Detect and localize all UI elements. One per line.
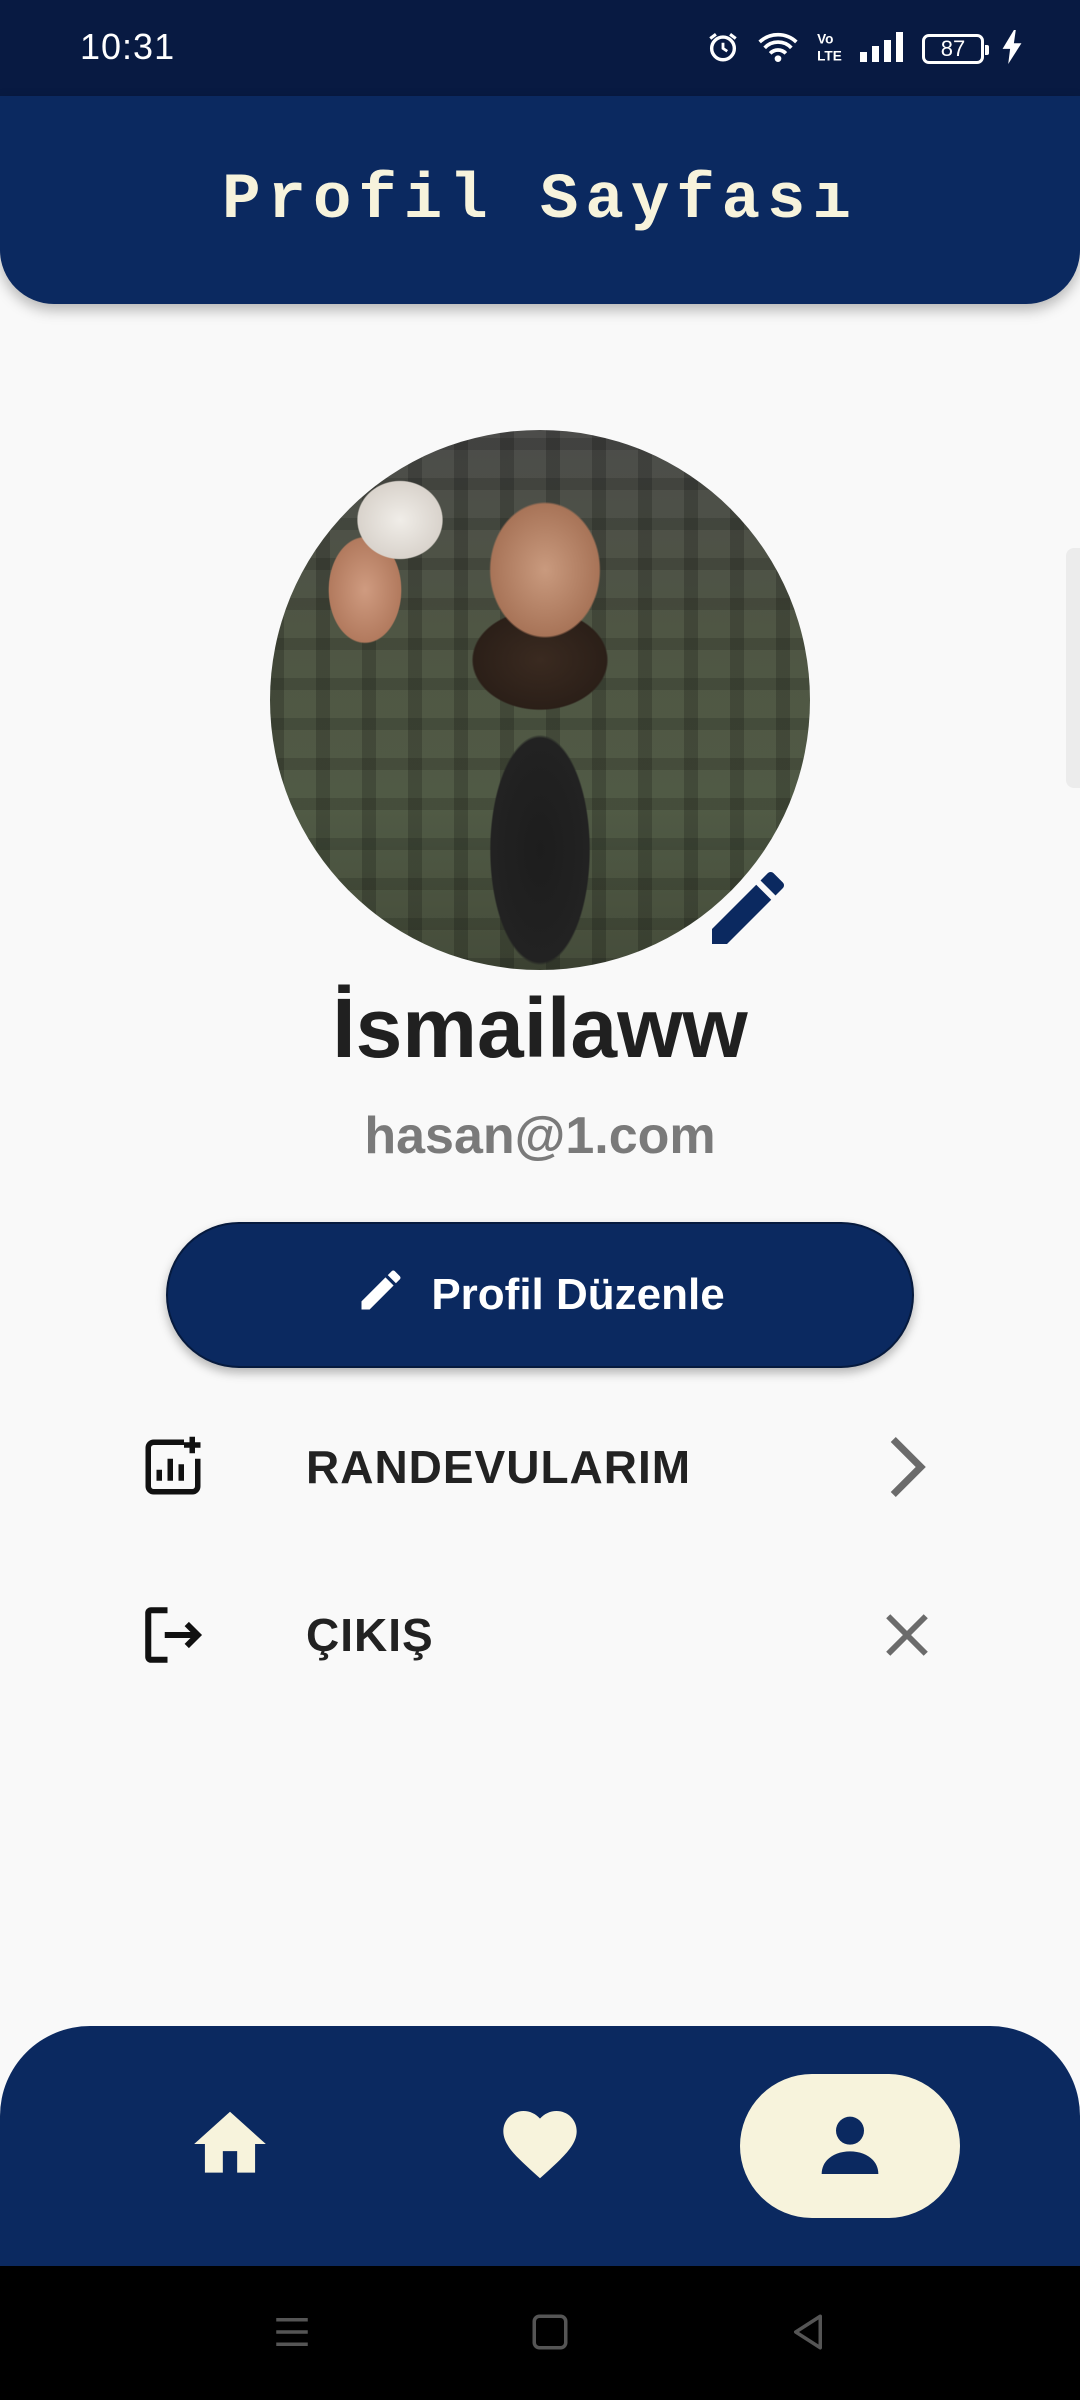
menu-label-appointments: RANDEVULARIM <box>306 1441 692 1493</box>
appointments-icon <box>138 1432 208 1502</box>
nav-profile[interactable] <box>740 2074 960 2218</box>
menu-lines-icon <box>271 2311 313 2358</box>
page-title: Profil Sayfası <box>222 165 858 237</box>
scroll-indicator[interactable] <box>1066 548 1080 788</box>
svg-text:LTE: LTE <box>817 48 842 63</box>
volte-icon: Vo LTE <box>816 30 842 69</box>
system-nav-bar <box>0 2266 1080 2400</box>
status-bar: 10:31 Vo LTE 87 <box>0 0 1080 96</box>
menu-item-logout[interactable]: ÇIKIŞ <box>0 1570 1080 1700</box>
edit-profile-label: Profil Düzenle <box>431 1270 725 1319</box>
battery-level: 87 <box>940 36 966 61</box>
pencil-icon <box>355 1264 407 1327</box>
svg-text:Vo: Vo <box>817 31 833 46</box>
pencil-icon <box>700 860 796 961</box>
wifi-icon <box>758 30 798 69</box>
recents-button[interactable] <box>262 2304 322 2364</box>
home-system-button[interactable] <box>520 2304 580 2364</box>
edit-avatar-button[interactable] <box>692 854 804 966</box>
signal-icon <box>860 31 904 67</box>
back-button[interactable] <box>778 2304 838 2364</box>
edit-profile-button[interactable]: Profil Düzenle <box>166 1222 914 1368</box>
status-time: 10:31 <box>80 26 176 67</box>
bottom-nav <box>0 2026 1080 2266</box>
back-triangle-icon <box>787 2311 829 2358</box>
heart-icon <box>496 2100 584 2193</box>
user-email: hasan@1.com <box>364 1107 716 1165</box>
menu-item-appointments[interactable]: RANDEVULARIM <box>0 1402 1080 1532</box>
user-name: İsmailaww <box>332 981 748 1075</box>
nav-favorites[interactable] <box>470 2074 610 2218</box>
alarm-icon <box>706 30 740 69</box>
nav-home[interactable] <box>160 2074 300 2218</box>
status-icons: Vo LTE 87 <box>706 28 1022 70</box>
chevron-right-icon <box>872 1432 942 1502</box>
charging-icon <box>1002 29 1022 69</box>
home-icon <box>187 2101 273 2192</box>
square-icon <box>529 2311 571 2358</box>
battery-icon: 87 <box>922 34 989 64</box>
logout-icon <box>138 1600 208 1670</box>
app-bar: Profil Sayfası <box>0 96 1080 304</box>
person-icon <box>810 2104 890 2189</box>
menu-label-logout: ÇIKIŞ <box>306 1609 434 1661</box>
close-icon <box>872 1600 942 1670</box>
